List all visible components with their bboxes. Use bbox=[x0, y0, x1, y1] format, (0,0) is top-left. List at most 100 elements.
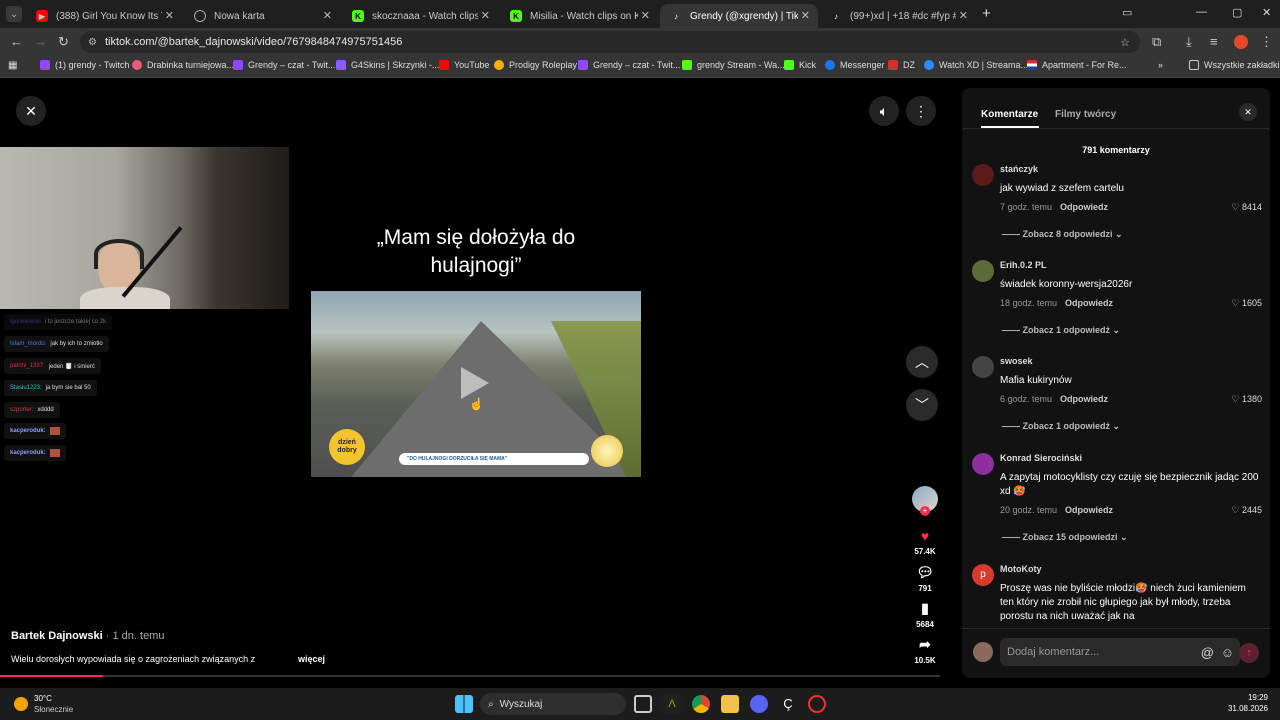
like-button[interactable]: ♥ 57.4K bbox=[905, 528, 945, 556]
bookmark-item[interactable]: Messenger bbox=[825, 60, 885, 70]
menu-kebab-icon[interactable]: ⋮ bbox=[1260, 34, 1273, 50]
avatar[interactable] bbox=[972, 260, 994, 282]
file-explorer-icon[interactable] bbox=[721, 695, 739, 713]
discord-icon[interactable] bbox=[750, 695, 768, 713]
extensions-icon[interactable]: ⧉ bbox=[1152, 34, 1161, 50]
tab-search-icon[interactable]: ⌄ bbox=[6, 6, 22, 22]
mention-icon[interactable]: @ bbox=[1201, 645, 1214, 660]
save-button[interactable]: ▮ 5684 bbox=[905, 600, 945, 629]
minimize-icon[interactable]: — bbox=[1196, 6, 1207, 18]
comment-like[interactable]: ♡ 8414 bbox=[1231, 202, 1262, 213]
previous-video-button[interactable]: ︿ bbox=[906, 346, 938, 378]
more-options-icon[interactable]: ⋮ bbox=[906, 96, 936, 126]
view-replies-button[interactable]: —— Zobacz 1 odpowiedź ⌄ bbox=[1002, 421, 1120, 432]
send-comment-button[interactable]: ↑ bbox=[1239, 643, 1259, 663]
profile-avatar[interactable] bbox=[1234, 35, 1248, 49]
volume-icon[interactable]: 🔈︎ bbox=[869, 96, 899, 126]
close-video-button[interactable]: ✕ bbox=[16, 96, 46, 126]
comment-username[interactable]: Erih.0.2 PL bbox=[1000, 260, 1047, 270]
reply-button[interactable]: Odpowiedz bbox=[1065, 505, 1113, 515]
more-bookmarks-chevron-icon[interactable]: » bbox=[1158, 60, 1163, 70]
view-replies-button[interactable]: —— Zobacz 15 odpowiedzi ⌄ bbox=[1002, 532, 1128, 543]
taskbar-search[interactable]: ⌕ Wyszukaj bbox=[480, 693, 626, 715]
comment-button[interactable]: 💬︎ 791 bbox=[905, 564, 945, 593]
close-comments-button[interactable]: ✕ bbox=[1239, 103, 1257, 121]
maximize-icon[interactable]: ▢ bbox=[1232, 6, 1242, 19]
comment-username[interactable]: MotoKoty bbox=[1000, 564, 1042, 574]
play-icon[interactable] bbox=[461, 367, 489, 399]
bookmark-item[interactable]: Grendy – czat - Twit... bbox=[233, 60, 335, 70]
reload-icon[interactable]: ↻ bbox=[58, 34, 69, 50]
emoji-icon[interactable]: ☺ bbox=[1221, 645, 1234, 660]
comment-item: p MotoKoty Proszę was nie byliście młodz… bbox=[972, 564, 1262, 624]
share-button[interactable]: ➦ 10.5K bbox=[905, 636, 945, 665]
avatar[interactable]: p bbox=[972, 564, 994, 586]
close-icon[interactable]: ✕ bbox=[481, 9, 490, 22]
bookmark-star-icon[interactable]: ☆ bbox=[1120, 36, 1130, 49]
video-progress-bar[interactable] bbox=[0, 675, 940, 677]
tab-creator-videos[interactable]: Filmy twórcy bbox=[1055, 109, 1116, 120]
tab-tiktok-grendy[interactable]: ♪ Grendy (@xgrendy) | TikTok ✕ bbox=[660, 4, 818, 28]
comment-input[interactable]: Dodaj komentarz... @ ☺ bbox=[1000, 638, 1240, 666]
caption-more-link[interactable]: więcej bbox=[298, 654, 325, 664]
nvidia-icon[interactable]: Λ bbox=[663, 695, 681, 713]
video-frame[interactable]: ☝ dzień dobry "DO HULAJNOGI DORZUCIŁA SI… bbox=[311, 291, 641, 477]
reply-button[interactable]: Odpowiedz bbox=[1060, 394, 1108, 404]
follow-plus-icon[interactable]: + bbox=[920, 506, 930, 516]
bookmark-item[interactable]: Apartment - For Re... bbox=[1027, 60, 1127, 70]
bookmark-item[interactable]: Grendy – czat - Twit... bbox=[578, 60, 680, 70]
comment-username[interactable]: swosek bbox=[1000, 356, 1033, 366]
close-icon[interactable]: ✕ bbox=[323, 9, 332, 22]
avatar[interactable] bbox=[972, 453, 994, 475]
forward-arrow-icon[interactable]: → bbox=[34, 34, 47, 49]
chrome-icon[interactable] bbox=[692, 695, 710, 713]
tab-tiktok-xd[interactable]: ♪ (99+)xd | +18 #dc #fyp #dlaciel ✕ bbox=[820, 4, 976, 28]
app-icon[interactable] bbox=[808, 695, 826, 713]
close-icon[interactable]: ✕ bbox=[165, 9, 174, 22]
bookmark-item[interactable]: DZ bbox=[888, 60, 915, 70]
tab-kick-skocznaaa[interactable]: K skocznaaa - Watch clips on Kick ✕ bbox=[342, 4, 498, 28]
apps-grid-icon[interactable]: ▦ bbox=[8, 60, 17, 71]
comment-like[interactable]: ♡ 1605 bbox=[1231, 298, 1262, 309]
reply-button[interactable]: Odpowiedz bbox=[1065, 298, 1113, 308]
close-icon[interactable]: ✕ bbox=[641, 9, 650, 22]
bookmark-item[interactable]: grendy Stream - Wa... bbox=[682, 60, 785, 70]
bookmark-item[interactable]: Kick bbox=[784, 60, 816, 70]
bookmark-item[interactable]: Drabinka turniejowa... bbox=[132, 60, 234, 70]
bookmark-item[interactable]: (1) grendy - Twitch bbox=[40, 60, 129, 70]
new-tab-button[interactable]: + bbox=[982, 5, 991, 22]
comment-like[interactable]: ♡ 2445 bbox=[1231, 505, 1262, 516]
comment-username[interactable]: Konrad Sierociński bbox=[1000, 453, 1082, 463]
avatar[interactable] bbox=[972, 356, 994, 378]
tab-comments[interactable]: Komentarze bbox=[981, 109, 1038, 120]
url-input[interactable]: ⚙ tiktok.com/@bartek_dajnowski/video/767… bbox=[80, 31, 1140, 53]
bookmark-item[interactable]: G4Skins | Skrzynki -... bbox=[336, 60, 439, 70]
media-control-icon[interactable]: ≡ bbox=[1210, 34, 1218, 49]
site-info-icon[interactable]: ⚙ bbox=[88, 37, 97, 48]
view-replies-button[interactable]: —— Zobacz 1 odpowiedź ⌄ bbox=[1002, 325, 1120, 336]
close-window-icon[interactable]: ✕ bbox=[1262, 6, 1271, 19]
tab-new-tab[interactable]: Nowa karta ✕ bbox=[184, 4, 340, 28]
tab-kick-misilia[interactable]: K Misilia - Watch clips on Kick ✕ bbox=[500, 4, 658, 28]
task-view-icon[interactable] bbox=[634, 695, 652, 713]
back-arrow-icon[interactable]: ← bbox=[10, 34, 23, 49]
comment-meta: 18 godz. temu Odpowiedz bbox=[1000, 298, 1114, 308]
view-replies-button[interactable]: —— Zobacz 8 odpowiedzi ⌄ bbox=[1002, 229, 1123, 240]
bookmark-item[interactable]: Prodigy Roleplay bbox=[494, 60, 577, 70]
close-icon[interactable]: ✕ bbox=[959, 9, 968, 22]
windows-start-icon[interactable] bbox=[455, 695, 473, 713]
all-bookmarks-folder[interactable]: Wszystkie zakładki bbox=[1189, 60, 1280, 70]
tab-youtube[interactable]: ▶ (388) Girl You Know Its True (Re ✕ bbox=[26, 4, 182, 28]
next-video-button[interactable]: ﹀ bbox=[906, 389, 938, 421]
comment-username[interactable]: stańczyk bbox=[1000, 164, 1038, 174]
avatar[interactable] bbox=[972, 164, 994, 186]
bookmark-item[interactable]: Watch XD | Streama... bbox=[924, 60, 1028, 70]
reply-button[interactable]: Odpowiedz bbox=[1060, 202, 1108, 212]
bookmark-item[interactable]: YouTube bbox=[439, 60, 489, 70]
comment-like[interactable]: ♡ 1380 bbox=[1231, 394, 1262, 405]
cast-icon[interactable]: ▭ bbox=[1122, 6, 1132, 19]
steelseries-icon[interactable]: Ç bbox=[779, 695, 797, 713]
download-icon[interactable]: ⤓ bbox=[1186, 34, 1192, 50]
close-icon[interactable]: ✕ bbox=[801, 9, 810, 22]
video-author[interactable]: Bartek Dajnowski · 1 dn. temu bbox=[11, 630, 164, 642]
